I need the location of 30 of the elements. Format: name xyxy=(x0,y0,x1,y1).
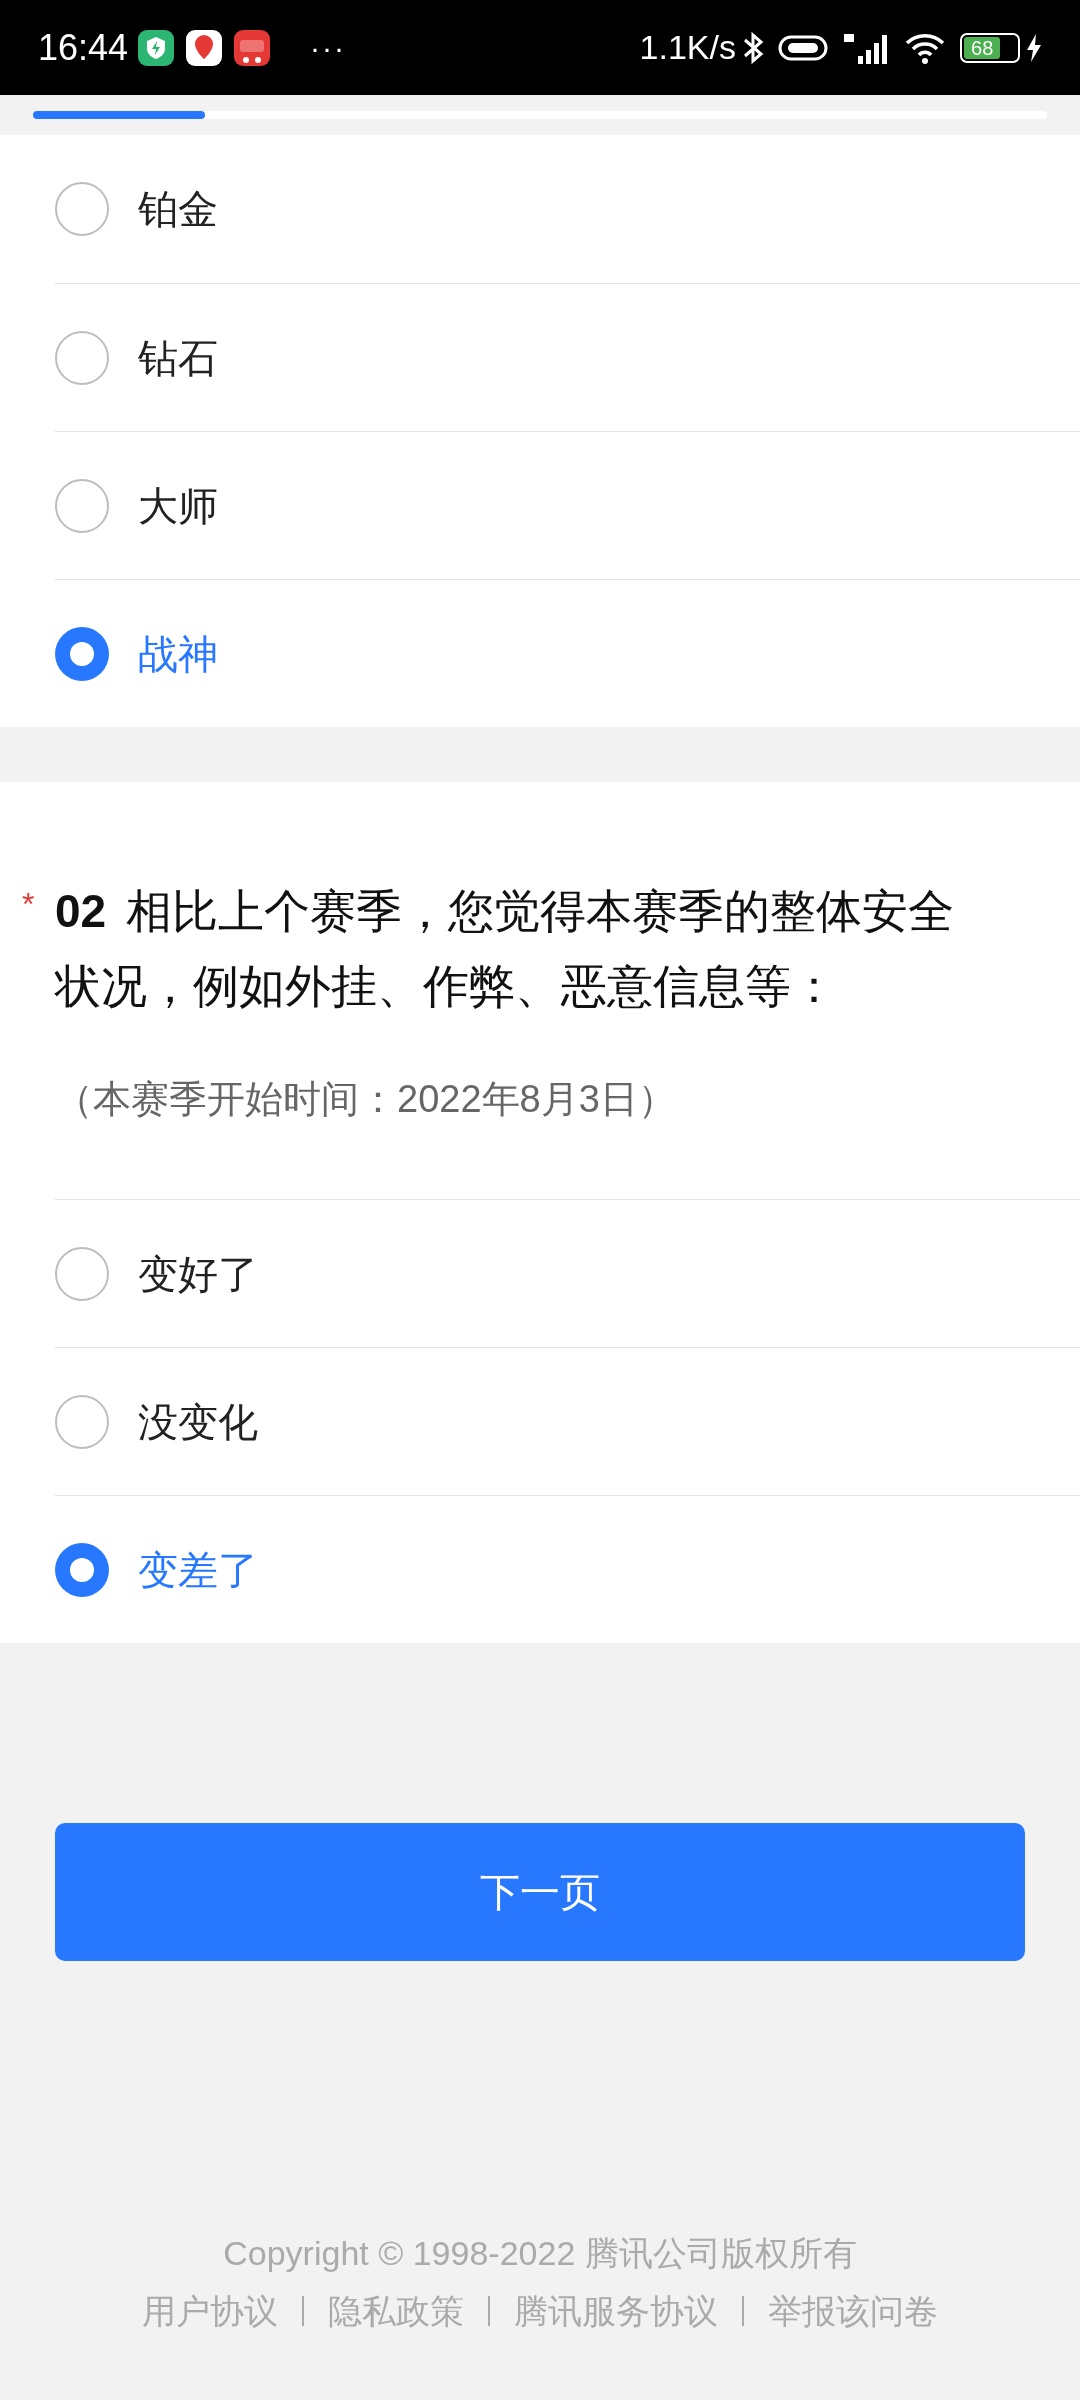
shield-app-icon xyxy=(138,29,175,66)
network-speed: 1.1K/s xyxy=(639,27,736,68)
radio-button[interactable] xyxy=(55,1394,109,1449)
question-note: （本赛季开始时间：2022年8月3日） xyxy=(54,1077,677,1122)
map-pin-app-icon xyxy=(186,29,223,66)
option-label[interactable]: 铂金 xyxy=(138,179,218,239)
more-notifications: ··· xyxy=(310,30,347,66)
radio-button[interactable] xyxy=(55,182,109,236)
option-label[interactable]: 大师 xyxy=(138,475,218,536)
footer-link[interactable]: 用户协议 xyxy=(142,2282,278,2340)
radio-button[interactable] xyxy=(55,1542,109,1597)
required-asterisk: * xyxy=(22,885,36,924)
option-label[interactable]: 变好了 xyxy=(138,1243,258,1304)
copyright-text: Copyright © 1998-2022 腾讯公司版权所有 xyxy=(223,2233,857,2274)
radio-button[interactable] xyxy=(55,478,109,533)
footer-link[interactable]: 举报该问卷 xyxy=(768,2282,938,2340)
radio-button[interactable] xyxy=(55,626,109,681)
footer-link[interactable]: 隐私政策 xyxy=(328,2282,464,2340)
next-page-button[interactable]: 下一页 xyxy=(55,1823,1025,1961)
radio-button[interactable] xyxy=(55,330,109,385)
radio-button[interactable] xyxy=(55,1246,109,1301)
option-label[interactable]: 变差了 xyxy=(138,1539,258,1600)
option-label[interactable]: 没变化 xyxy=(138,1391,258,1452)
clock: 16:44 xyxy=(38,25,129,70)
option-label[interactable]: 钻石 xyxy=(138,327,218,388)
option-label[interactable]: 战神 xyxy=(138,623,218,684)
battery-level: 68 xyxy=(964,36,1001,59)
charging-icon xyxy=(1026,33,1042,62)
footer-link[interactable]: 腾讯服务协议 xyxy=(514,2282,718,2340)
question-title: 02 相比上个赛季，您觉得本赛季的整体安全状况，例如外挂、作弊、恶意信息等： xyxy=(55,884,956,1014)
